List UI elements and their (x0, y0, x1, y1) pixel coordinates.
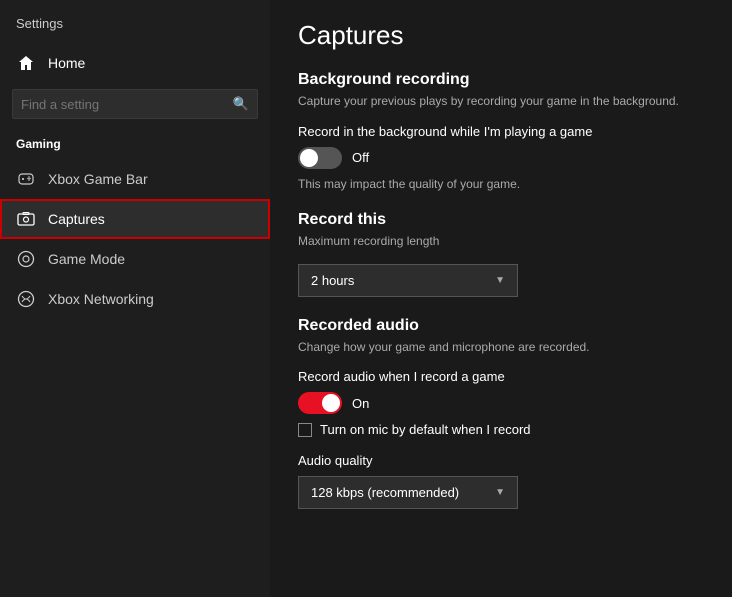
toggle-thumb (300, 149, 318, 167)
search-input[interactable] (21, 97, 227, 112)
main-content: Captures Background recording Capture yo… (270, 0, 732, 597)
record-audio-toggle-label: On (352, 396, 369, 411)
sidebar-item-captures[interactable]: Captures (0, 199, 270, 239)
settings-title: Settings (0, 8, 270, 43)
xbox-icon (16, 289, 36, 309)
search-icon: 🔍 (233, 96, 249, 112)
home-icon (16, 53, 36, 73)
game-mode-label: Game Mode (48, 251, 125, 267)
sidebar: Settings Home 🔍 Gaming Xbox Game Bar (0, 0, 270, 597)
xbox-game-bar-label: Xbox Game Bar (48, 171, 148, 187)
recording-length-dropdown[interactable]: 2 hours ▼ (298, 264, 518, 297)
gamepad-icon (16, 169, 36, 189)
record-audio-toggle[interactable] (298, 392, 342, 414)
page-title: Captures (298, 20, 704, 51)
recording-length-value: 2 hours (311, 273, 354, 288)
recorded-audio-title: Recorded audio (298, 317, 704, 335)
max-recording-label: Maximum recording length (298, 233, 704, 250)
mic-checkbox-label: Turn on mic by default when I record (320, 422, 531, 437)
captures-label: Captures (48, 211, 105, 227)
gamemode-icon (16, 249, 36, 269)
audio-quality-dropdown[interactable]: 128 kbps (recommended) ▼ (298, 476, 518, 509)
sidebar-item-home[interactable]: Home (0, 43, 270, 83)
background-recording-toggle-row: Off (298, 147, 704, 169)
record-this-title: Record this (298, 211, 704, 229)
home-label: Home (48, 55, 85, 71)
capture-icon (16, 209, 36, 229)
background-recording-toggle[interactable] (298, 147, 342, 169)
background-recording-toggle-label: Off (352, 150, 369, 165)
sidebar-item-xbox-networking[interactable]: Xbox Networking (0, 279, 270, 319)
search-box[interactable]: 🔍 (12, 89, 258, 119)
record-audio-toggle-thumb (322, 394, 340, 412)
record-audio-toggle-row: On (298, 392, 704, 414)
sidebar-item-game-mode[interactable]: Game Mode (0, 239, 270, 279)
record-audio-label: Record audio when I record a game (298, 369, 704, 384)
impact-note: This may impact the quality of your game… (298, 177, 704, 191)
background-recording-title: Background recording (298, 71, 704, 89)
recorded-audio-desc: Change how your game and microphone are … (298, 339, 704, 356)
chevron-down-icon: ▼ (495, 275, 505, 286)
audio-chevron-down-icon: ▼ (495, 487, 505, 498)
xbox-networking-label: Xbox Networking (48, 291, 154, 307)
sidebar-item-xbox-game-bar[interactable]: Xbox Game Bar (0, 159, 270, 199)
gaming-section-label: Gaming (0, 133, 270, 159)
background-recording-desc: Capture your previous plays by recording… (298, 93, 704, 110)
mic-checkbox-row: Turn on mic by default when I record (298, 422, 704, 437)
audio-quality-value: 128 kbps (recommended) (311, 485, 459, 500)
audio-quality-label: Audio quality (298, 453, 704, 468)
background-recording-setting-label: Record in the background while I'm playi… (298, 124, 704, 139)
mic-checkbox[interactable] (298, 423, 312, 437)
